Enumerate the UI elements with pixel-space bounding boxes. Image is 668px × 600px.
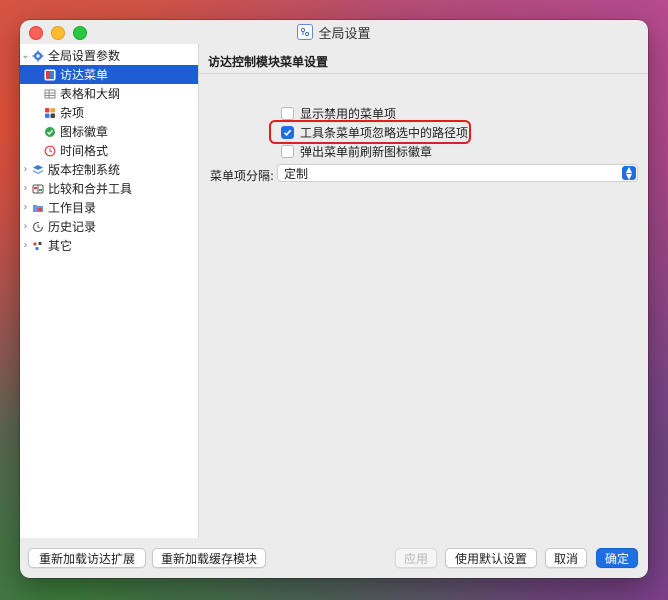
chevron-right-icon[interactable]: ›	[20, 202, 31, 213]
sidebar-item-history[interactable]: › 历史记录	[20, 217, 198, 236]
option-label: 弹出菜单前刷新图标徽章	[300, 144, 433, 159]
reload-cache-module-button[interactable]: 重新加载缓存模块	[152, 548, 266, 568]
reload-finder-extension-button[interactable]: 重新加载访达扩展	[28, 548, 146, 568]
window-title: 全局设置	[297, 23, 371, 42]
sidebar-item-version-control[interactable]: › 版本控制系统	[20, 160, 198, 179]
chevron-right-icon[interactable]: ›	[20, 164, 31, 175]
option-refresh-badges[interactable]: 弹出菜单前刷新图标徽章	[281, 143, 432, 159]
layers-icon	[31, 163, 45, 177]
chevron-right-icon[interactable]: ›	[20, 183, 31, 194]
sidebar-item-label: 时间格式	[60, 144, 109, 158]
sidebar-item-working-directory[interactable]: › 工作目录	[20, 198, 198, 217]
gear-icon	[31, 49, 45, 63]
sidebar-item-label: 版本控制系统	[48, 163, 121, 177]
checkbox-checked[interactable]	[281, 125, 294, 139]
up-down-chevron-icon: ▲ ▼	[622, 166, 636, 181]
option-toolbar-ignore-selected-path[interactable]: 工具条菜单项忽略选中的路径项	[281, 124, 468, 140]
sidebar-item-label: 访达菜单	[60, 68, 109, 82]
dialog-footer: 重新加载访达扩展 重新加载缓存模块 应用 使用默认设置 取消 确定	[20, 538, 648, 578]
table-icon	[43, 87, 57, 101]
chevron-right-icon[interactable]: ›	[20, 240, 31, 251]
sidebar-item-time-format[interactable]: 时间格式	[20, 141, 198, 160]
checkmark-icon	[283, 129, 292, 136]
sidebar-item-label: 历史记录	[48, 220, 97, 234]
misc-icon	[43, 106, 57, 120]
sidebar-item-finder-menu[interactable]: 访达菜单	[20, 65, 198, 84]
sidebar-item-diff-merge[interactable]: › 比较和合并工具	[20, 179, 198, 198]
sidebar-item-label: 图标徽章	[60, 125, 109, 139]
sidebar-item-tables-outline[interactable]: 表格和大纲	[20, 84, 198, 103]
checkbox[interactable]	[281, 144, 294, 158]
sidebar-item-label: 表格和大纲	[60, 87, 121, 101]
zoom-window-button[interactable]	[73, 26, 87, 40]
settings-window: 全局设置 ⌄ 全局设置参数 访达菜单 表格和大纲 杂项 图标徽章 时间格式 › …	[20, 20, 648, 578]
separator-select[interactable]: 定制 ▲ ▼	[277, 164, 638, 182]
minimize-window-button[interactable]	[51, 26, 65, 40]
dots-icon	[31, 239, 45, 253]
finder-menu-icon	[43, 68, 57, 82]
use-defaults-button[interactable]: 使用默认设置	[445, 548, 537, 568]
window-controls	[29, 26, 87, 40]
option-label: 工具条菜单项忽略选中的路径项	[300, 125, 469, 140]
window-title-text: 全局设置	[318, 26, 371, 42]
separator-label: 菜单项分隔:	[210, 169, 275, 183]
cancel-button[interactable]: 取消	[545, 548, 587, 568]
divider	[199, 73, 648, 74]
title-bar: 全局设置	[20, 20, 648, 44]
sidebar-item-label: 比较和合并工具	[48, 182, 133, 196]
folder-icon	[31, 201, 45, 215]
sidebar-item-icon-badges[interactable]: 图标徽章	[20, 122, 198, 141]
apply-button[interactable]: 应用	[395, 548, 437, 568]
settings-sidebar: ⌄ 全局设置参数 访达菜单 表格和大纲 杂项 图标徽章 时间格式 › 版本控制系…	[20, 44, 199, 538]
app-icon	[297, 24, 314, 40]
sidebar-item-label: 工作目录	[48, 201, 97, 215]
checkbox[interactable]	[281, 106, 294, 120]
option-label: 显示禁用的菜单项	[300, 106, 397, 121]
panel-title: 访达控制模块菜单设置	[208, 55, 329, 69]
separator-select-value: 定制	[284, 166, 309, 181]
sidebar-item-global-settings[interactable]: ⌄ 全局设置参数	[20, 46, 198, 65]
chevron-right-icon[interactable]: ›	[20, 221, 31, 232]
option-show-disabled-items[interactable]: 显示禁用的菜单项	[281, 105, 396, 121]
chevron-down-icon[interactable]: ⌄	[20, 50, 31, 61]
close-window-button[interactable]	[29, 26, 43, 40]
badge-check-icon	[43, 125, 57, 139]
sidebar-item-misc[interactable]: 杂项	[20, 103, 198, 122]
settings-panel: 访达控制模块菜单设置 显示禁用的菜单项 工具条菜单项忽略选中的路径项 弹出菜单前…	[199, 44, 648, 538]
history-icon	[31, 220, 45, 234]
sidebar-item-other[interactable]: › 其它	[20, 236, 198, 255]
ok-button[interactable]: 确定	[596, 548, 638, 568]
sidebar-item-label: 全局设置参数	[48, 49, 121, 63]
compare-icon	[31, 182, 45, 196]
clock-icon	[43, 144, 57, 158]
sidebar-item-label: 杂项	[60, 106, 85, 120]
sidebar-item-label: 其它	[48, 239, 73, 253]
